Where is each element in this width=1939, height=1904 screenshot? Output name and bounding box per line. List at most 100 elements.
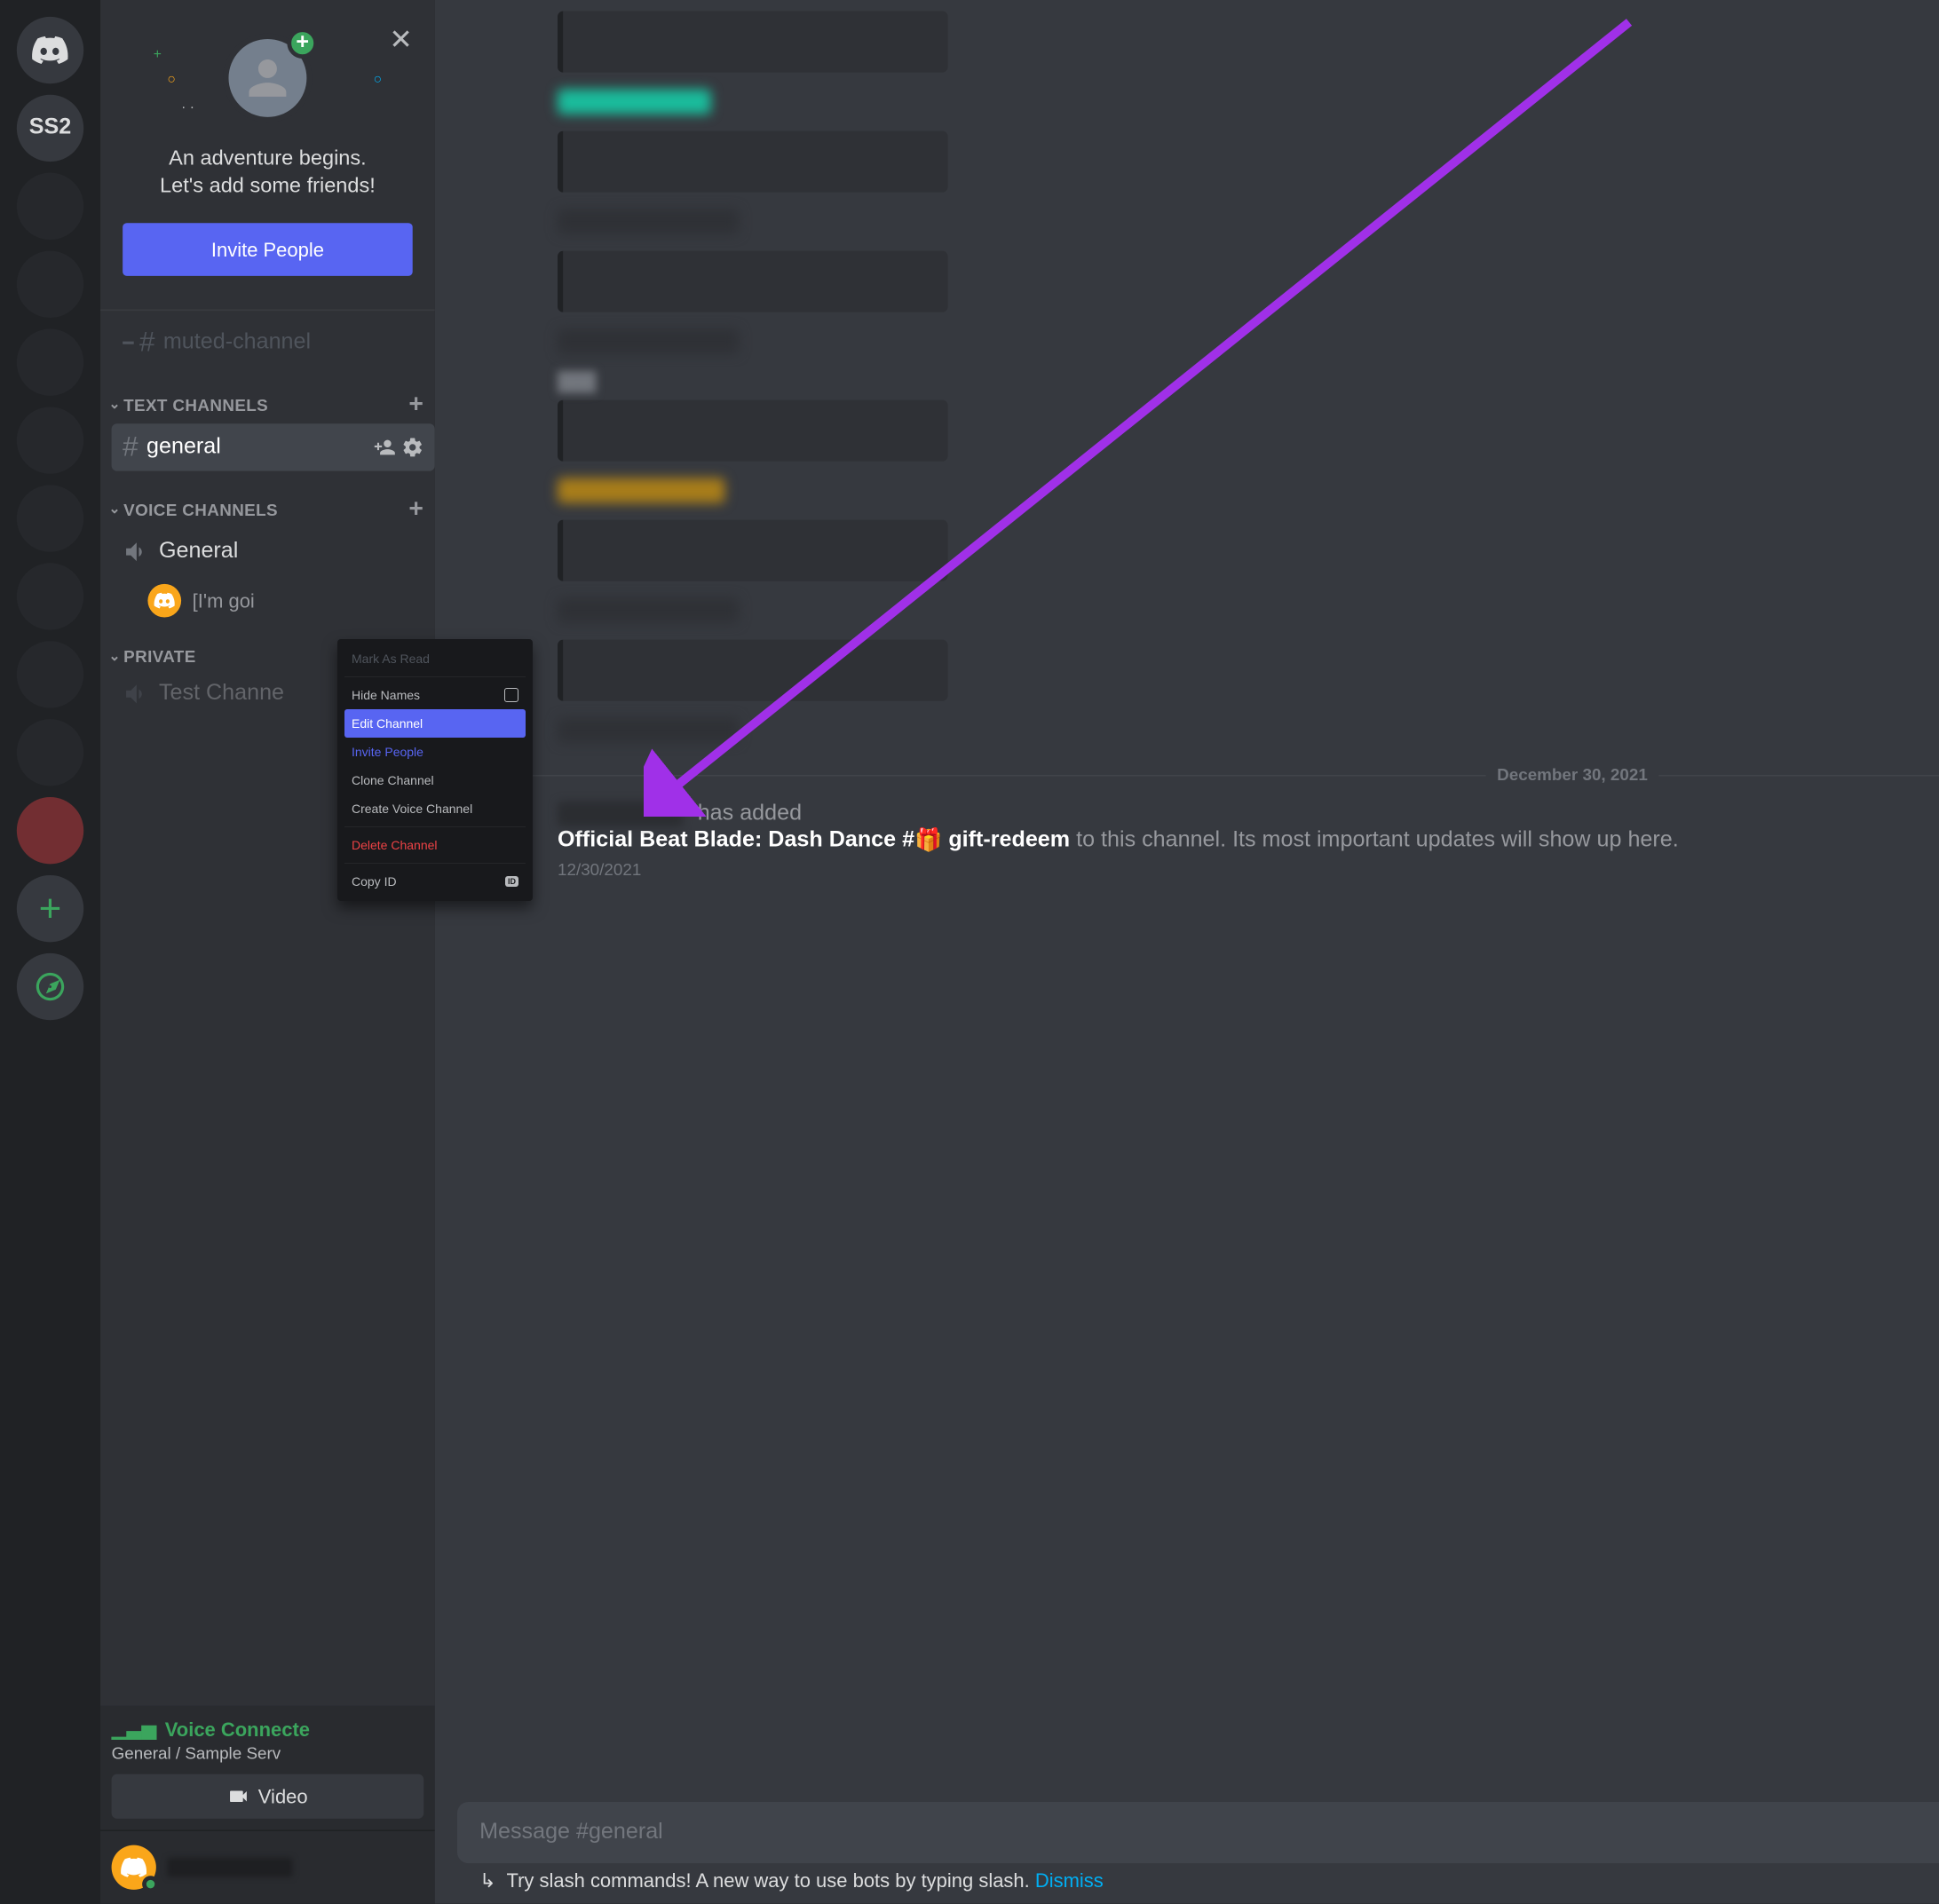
embed-block bbox=[558, 400, 948, 462]
invite-card-line2: Let's add some friends! bbox=[123, 173, 413, 201]
voice-user[interactable]: [I'm goi bbox=[100, 577, 435, 624]
tip-text: Try slash commands! A new way to use bot… bbox=[506, 1868, 1029, 1891]
chat-area: ███ December 30, 2021 has added Official… bbox=[435, 0, 1939, 1904]
voice-channels-category[interactable]: ⌄ VOICE CHANNELS + bbox=[100, 472, 435, 526]
text-blurred: ███ bbox=[558, 371, 1939, 392]
server-icon-blurred[interactable] bbox=[17, 563, 83, 629]
chevron-down-icon: ⌄ bbox=[108, 649, 121, 664]
server-icon-blurred[interactable] bbox=[17, 329, 83, 396]
menu-mark-as-read: Mark As Read bbox=[344, 644, 526, 673]
slash-commands-tip: ↳ Try slash commands! A new way to use b… bbox=[457, 1863, 1939, 1892]
menu-copy-id[interactable]: Copy ID ID bbox=[344, 867, 526, 896]
sparkle-icon: · · bbox=[181, 100, 194, 115]
signal-icon: ▁▃▅ bbox=[112, 1717, 157, 1741]
category-label: VOICE CHANNELS bbox=[123, 500, 278, 519]
channel-name: general bbox=[146, 435, 221, 460]
hash-icon: # bbox=[123, 431, 138, 463]
sparkle-icon: ○ bbox=[374, 73, 382, 88]
thread-bar-icon bbox=[123, 342, 134, 344]
user-avatar-icon[interactable] bbox=[112, 1845, 156, 1890]
tip-arrow-icon: ↳ bbox=[479, 1868, 495, 1891]
status-online-icon bbox=[142, 1876, 159, 1892]
menu-clone-channel[interactable]: Clone Channel bbox=[344, 766, 526, 794]
id-badge-icon: ID bbox=[505, 876, 518, 887]
invite-people-button[interactable]: Invite People bbox=[123, 223, 413, 276]
menu-create-voice-channel[interactable]: Create Voice Channel bbox=[344, 794, 526, 823]
embed-block bbox=[558, 640, 948, 701]
video-button[interactable]: Video bbox=[112, 1774, 424, 1819]
system-message: has added Official Beat Blade: Dash Danc… bbox=[457, 795, 1939, 885]
dismiss-tip-link[interactable]: Dismiss bbox=[1035, 1868, 1104, 1891]
channel-name: muted-channel bbox=[163, 330, 311, 355]
server-ss2[interactable]: SS2 bbox=[17, 95, 83, 162]
server-icon-blurred[interactable] bbox=[17, 407, 83, 473]
category-label: PRIVATE bbox=[123, 646, 196, 666]
embed-title-blurred bbox=[558, 209, 739, 234]
embed-title-blurred bbox=[558, 89, 711, 114]
checkbox-icon bbox=[504, 688, 518, 702]
voice-connected-panel: ▁▃▅ Voice Connecte General / Sample Serv… bbox=[100, 1706, 435, 1831]
embed-title-blurred bbox=[558, 478, 724, 503]
channel-name: General bbox=[159, 540, 238, 565]
menu-delete-channel[interactable]: Delete Channel bbox=[344, 831, 526, 859]
voice-sub-label: General / Sample Serv bbox=[112, 1743, 424, 1763]
category-label: TEXT CHANNELS bbox=[123, 395, 268, 415]
home-button[interactable] bbox=[17, 17, 83, 83]
server-icon-blurred[interactable] bbox=[17, 485, 83, 551]
message-list[interactable]: ███ December 30, 2021 has added Official… bbox=[435, 0, 1939, 1802]
add-channel-icon[interactable]: + bbox=[408, 494, 423, 524]
close-icon[interactable]: ✕ bbox=[389, 22, 412, 57]
message-input[interactable]: Message #general GIF bbox=[457, 1802, 1939, 1863]
guild-sidebar: SS2 + bbox=[0, 0, 100, 1904]
chevron-down-icon: ⌄ bbox=[108, 397, 121, 412]
voice-user-name: [I'm goi bbox=[193, 589, 255, 612]
gear-icon[interactable] bbox=[401, 436, 423, 458]
followed-server-name[interactable]: Official Beat Blade: Dash Dance # bbox=[558, 828, 914, 852]
embed-title-blurred bbox=[558, 329, 739, 354]
menu-hide-names[interactable]: Hide Names bbox=[344, 681, 526, 709]
embed-block bbox=[558, 12, 948, 73]
create-invite-icon[interactable] bbox=[374, 436, 396, 458]
invite-friends-card: ✕ + ○ · · ○ + An adventure begins. Let's… bbox=[100, 0, 435, 298]
server-icon-blurred[interactable] bbox=[17, 251, 83, 318]
embed-block bbox=[558, 251, 948, 312]
server-icon-blurred[interactable] bbox=[17, 641, 83, 707]
voice-status-label: Voice Connecte bbox=[165, 1718, 310, 1740]
channel-name: Test Channe bbox=[159, 682, 284, 707]
gift-emoji-icon: 🎁 bbox=[914, 830, 942, 854]
add-channel-icon[interactable]: + bbox=[408, 391, 423, 420]
plus-badge-icon: + bbox=[287, 28, 318, 59]
menu-edit-channel[interactable]: Edit Channel bbox=[344, 709, 526, 738]
explore-servers-button[interactable] bbox=[17, 953, 83, 1020]
input-placeholder: Message #general bbox=[479, 1820, 1939, 1845]
user-avatar-icon bbox=[147, 584, 181, 618]
hash-icon: # bbox=[139, 327, 154, 359]
channel-muted[interactable]: # muted-channel bbox=[112, 320, 435, 367]
speaker-icon bbox=[123, 538, 150, 565]
date-divider: December 30, 2021 bbox=[457, 765, 1939, 785]
menu-invite-people[interactable]: Invite People bbox=[344, 738, 526, 766]
speaker-icon bbox=[123, 680, 150, 707]
add-server-button[interactable]: + bbox=[17, 875, 83, 942]
user-panel bbox=[100, 1831, 435, 1904]
voice-channel-general[interactable]: General bbox=[112, 528, 435, 575]
system-text-tail: to this channel. Its most important upda… bbox=[1076, 828, 1679, 852]
channel-context-menu: Mark As Read Hide Names Edit Channel Inv… bbox=[337, 639, 533, 901]
server-icon-blurred[interactable] bbox=[17, 797, 83, 864]
sparkle-icon: + bbox=[154, 47, 162, 62]
date-label: December 30, 2021 bbox=[1486, 765, 1659, 785]
username-redacted bbox=[167, 1858, 292, 1877]
embed-title-blurred bbox=[558, 718, 739, 743]
followed-channel-name[interactable]: gift-redeem bbox=[942, 828, 1070, 852]
server-icon-blurred[interactable] bbox=[17, 719, 83, 786]
channel-general[interactable]: # general bbox=[112, 423, 435, 470]
embed-title-blurred bbox=[558, 598, 739, 623]
invite-card-line1: An adventure begins. bbox=[123, 145, 413, 172]
author-redacted bbox=[558, 802, 683, 826]
server-icon-blurred[interactable] bbox=[17, 173, 83, 240]
sparkle-icon: ○ bbox=[167, 73, 175, 88]
video-button-label: Video bbox=[258, 1785, 308, 1807]
system-text: has added bbox=[698, 802, 802, 826]
embed-block bbox=[558, 520, 948, 581]
text-channels-category[interactable]: ⌄ TEXT CHANNELS + bbox=[100, 367, 435, 422]
